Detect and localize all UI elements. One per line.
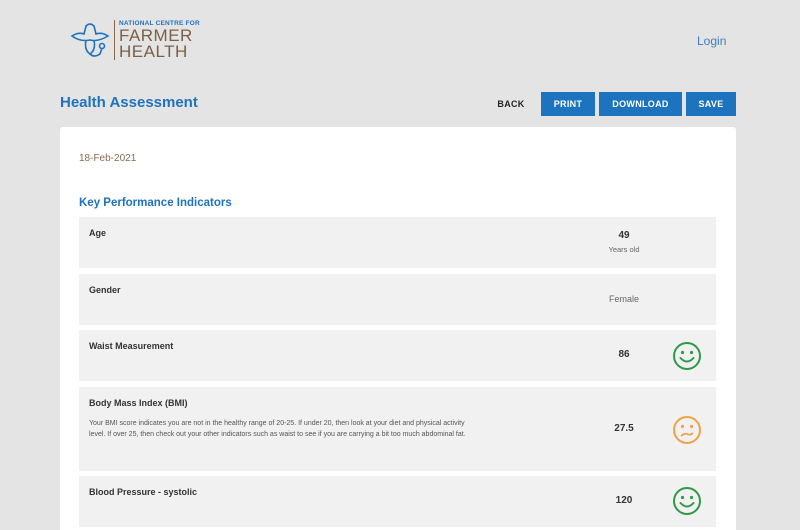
print-button[interactable]: PRINT [541,92,595,116]
login-link[interactable]: Login [697,34,726,48]
save-button[interactable]: SAVE [686,92,736,116]
kpi-value: Female [608,294,639,304]
kpi-row-age: Age 49 Years old [79,217,716,268]
site-logo[interactable]: NATIONAL CENTRE FOR FARMER HEALTH [68,18,200,62]
kpi-value: 120 [615,495,633,506]
download-button[interactable]: DOWNLOAD [599,92,682,116]
kpi-section-title: Key Performance Indicators [79,197,232,209]
concerned-face-icon [673,416,701,444]
assessment-date: 18-Feb-2021 [79,153,137,164]
kpi-value: 27.5 [614,423,634,434]
kpi-description: Your BMI score indicates you are not in … [89,420,466,438]
kpi-label: Gender [89,285,121,295]
kpi-value: 49 [618,230,630,241]
page-title: Health Assessment [60,94,198,111]
kpi-label: Age [89,228,107,238]
logo-divider [114,20,115,60]
kpi-unit: Years old [608,245,640,254]
logo-line-3: HEALTH [119,42,188,61]
farmer-hat-stethoscope-icon [70,23,110,57]
kpi-row-blood-pressure: Blood Pressure - systolic 120 [79,476,716,527]
happy-face-icon [673,487,701,515]
kpi-label: Blood Pressure - systolic [89,487,198,497]
logo-text: NATIONAL CENTRE FOR FARMER HEALTH [119,20,200,60]
kpi-row-bmi: Body Mass Index (BMI) Your BMI score ind… [79,387,716,471]
happy-face-icon [673,342,701,370]
kpi-value: 86 [618,349,630,360]
back-button[interactable]: BACK [489,92,533,116]
assessment-card: 18-Feb-2021 Key Performance Indicators A… [60,127,736,530]
kpi-label: Body Mass Index (BMI) [89,398,188,408]
kpi-row-waist: Waist Measurement 86 [79,330,716,381]
kpi-row-gender: Gender Female [79,274,716,325]
kpi-label: Waist Measurement [89,341,174,351]
